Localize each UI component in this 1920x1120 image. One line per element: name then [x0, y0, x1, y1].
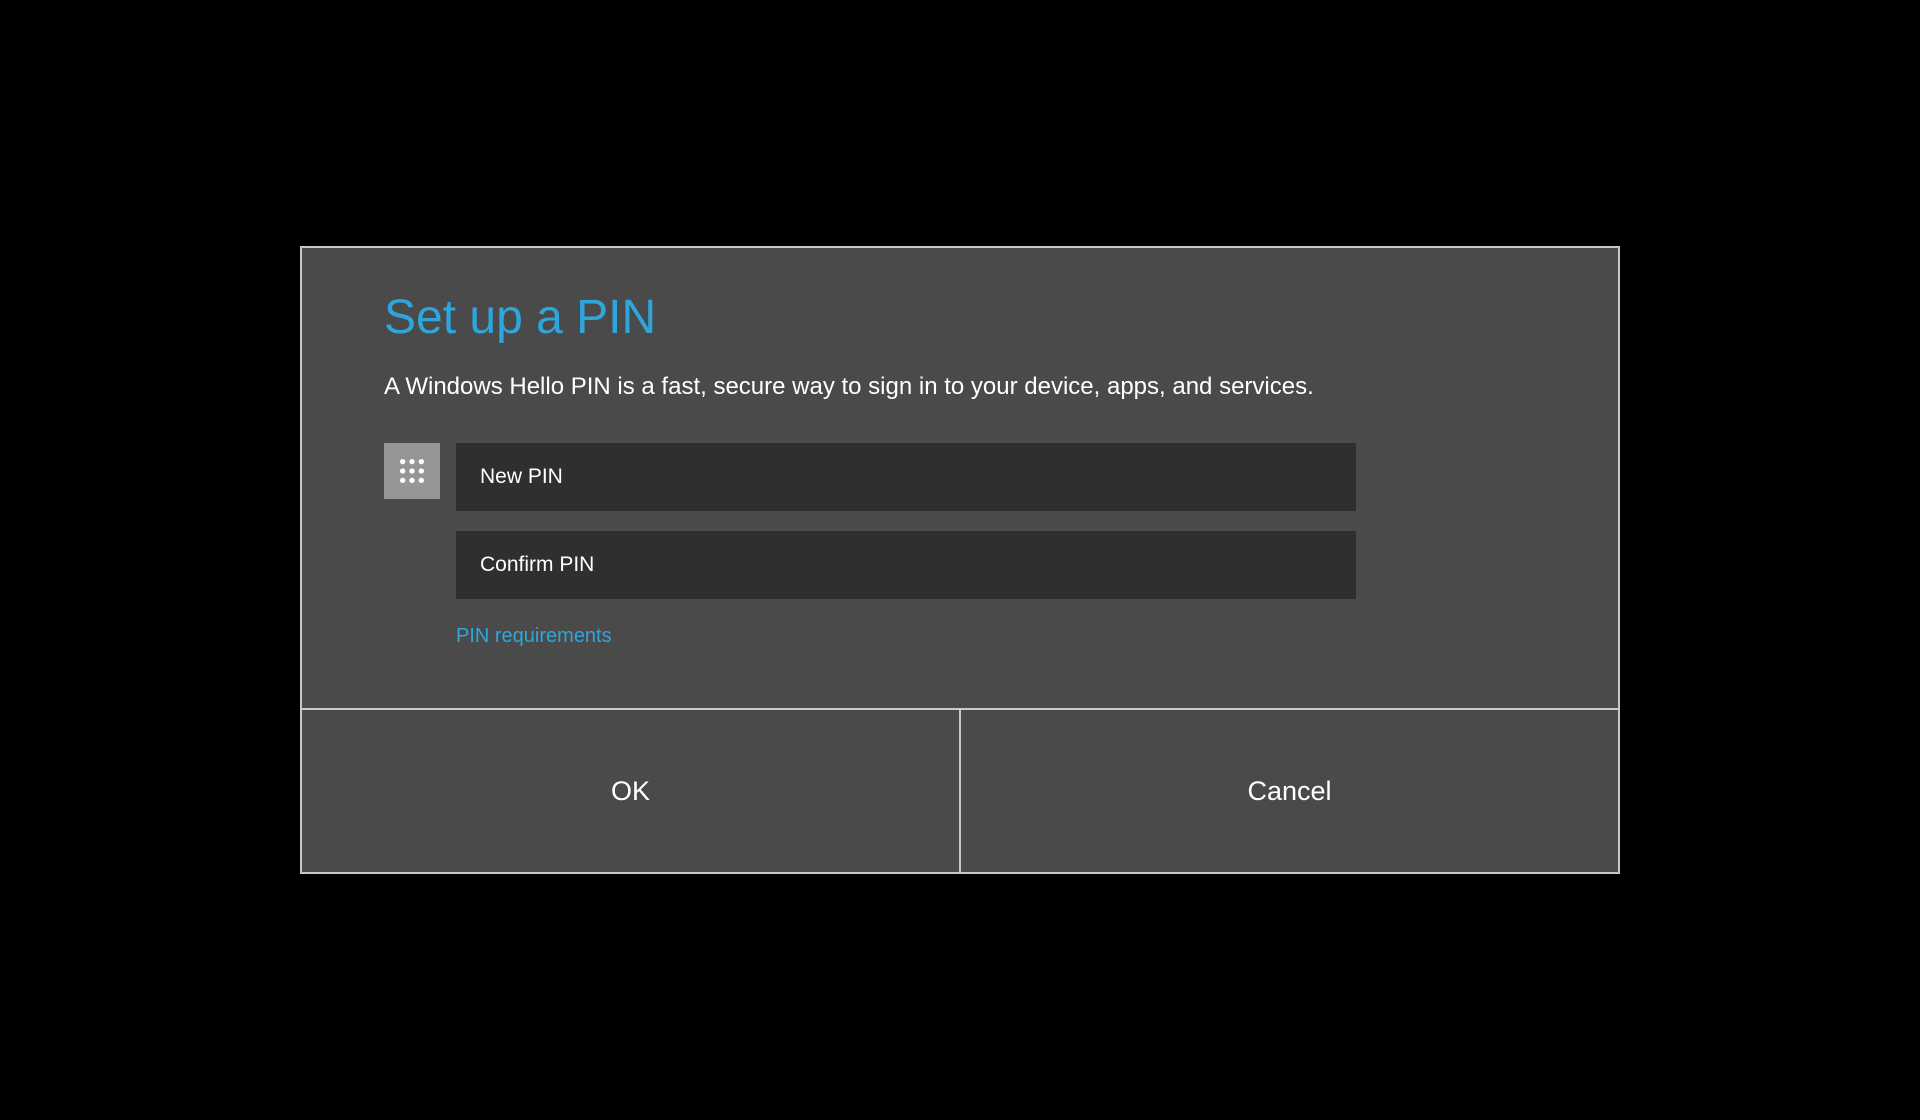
- confirm-pin-input[interactable]: [456, 531, 1356, 599]
- new-pin-input[interactable]: [456, 443, 1356, 511]
- pin-setup-dialog: Set up a PIN A Windows Hello PIN is a fa…: [300, 246, 1620, 874]
- cancel-button[interactable]: Cancel: [961, 710, 1618, 872]
- input-section: PIN requirements: [384, 443, 1536, 648]
- dialog-title: Set up a PIN: [384, 290, 1536, 345]
- ok-button[interactable]: OK: [302, 710, 961, 872]
- pin-requirements-link[interactable]: PIN requirements: [456, 625, 612, 648]
- dialog-description: A Windows Hello PIN is a fast, secure wa…: [384, 373, 1536, 401]
- inputs-column: PIN requirements: [456, 443, 1356, 648]
- dialog-body: Set up a PIN A Windows Hello PIN is a fa…: [302, 248, 1618, 708]
- keypad-icon: [384, 443, 440, 499]
- dialog-footer: OK Cancel: [302, 708, 1618, 872]
